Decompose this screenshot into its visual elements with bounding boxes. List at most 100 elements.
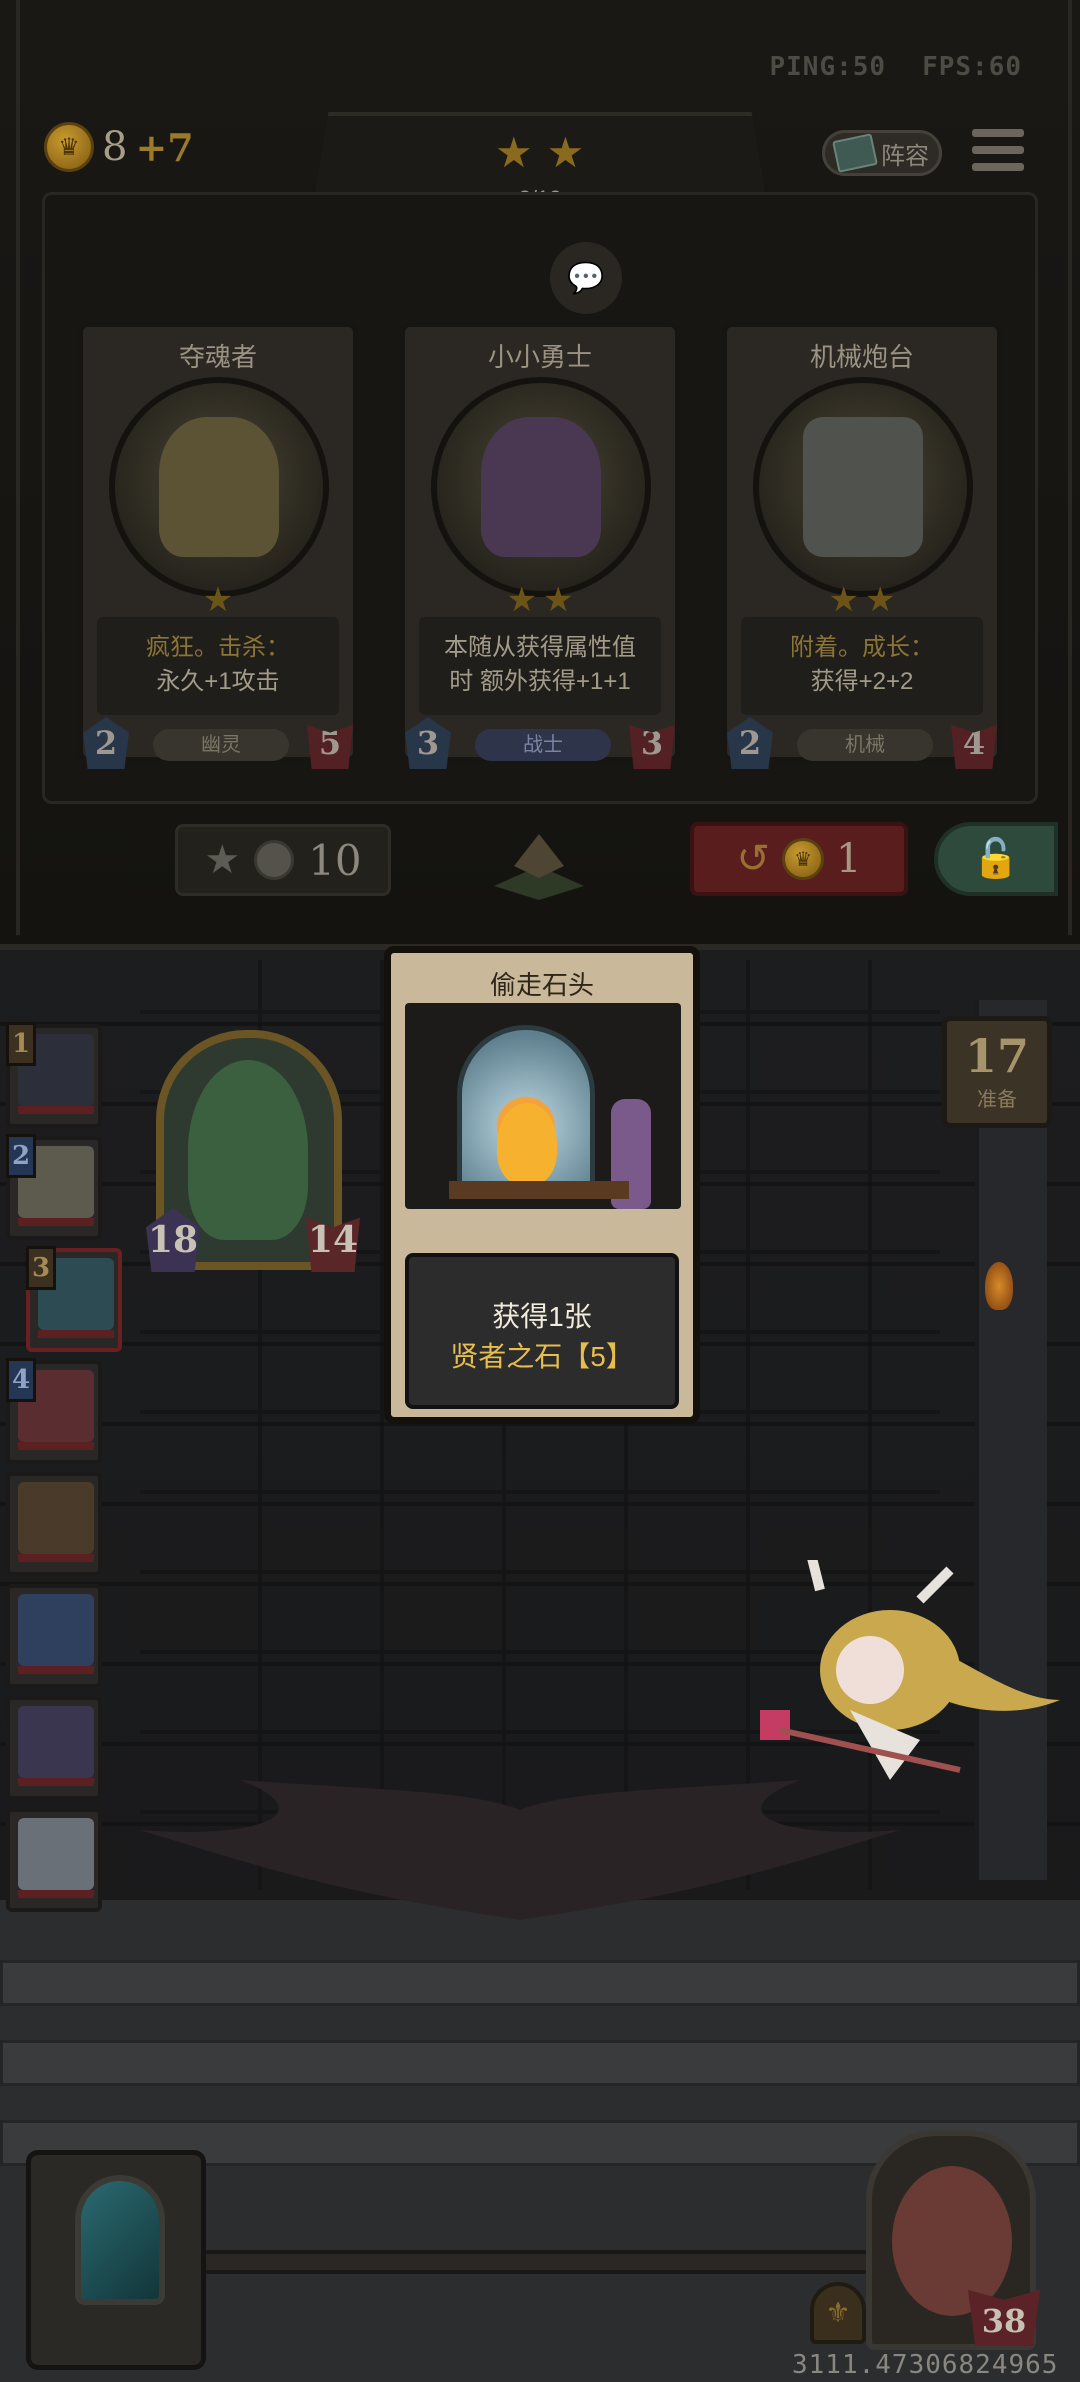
- card-tribe: 幽灵: [153, 729, 289, 761]
- player-health-bar: [38, 1330, 114, 1338]
- card-name: 小小勇士: [487, 342, 592, 372]
- rank-badge: 1: [6, 1022, 36, 1066]
- philosopher-stone-icon: [497, 1103, 557, 1185]
- lock-icon: 🔓: [972, 838, 1020, 880]
- card-portrait: [109, 377, 329, 597]
- player-health-bar: [18, 1218, 94, 1226]
- player-health-bar: [18, 1106, 94, 1114]
- hamburger-icon: [972, 128, 1024, 137]
- card-attack: 2: [83, 717, 129, 769]
- guild-emblem-icon[interactable]: ⚜: [810, 2282, 866, 2344]
- fps-readout: FPS:60: [922, 52, 1022, 82]
- shop-panel: PING:50 FPS:60 ♛ 8 +7 ★ ★ 2/12 阵容 💬 夺魂者 …: [0, 0, 1080, 950]
- star-icon: ★: [202, 581, 234, 619]
- card-portrait: [431, 377, 651, 597]
- roster-slot[interactable]: [6, 1472, 102, 1576]
- card-tribe: 战士: [475, 729, 611, 761]
- card-keyword: 疯狂。击杀：: [146, 634, 290, 661]
- gold-income: +7: [135, 124, 194, 170]
- roster-slot[interactable]: 2: [6, 1134, 102, 1240]
- gold-amount: 8: [102, 124, 128, 170]
- reroll-button[interactable]: ↺ ♛ 1: [690, 822, 908, 896]
- lineup-button[interactable]: 阵容: [822, 130, 942, 176]
- reroll-cost: 1: [836, 836, 862, 882]
- card-description: 疯狂。击杀： 永久+1攻击: [97, 617, 339, 715]
- rank-badge: 2: [6, 1134, 36, 1178]
- spell-card[interactable]: 偷走石头 获得1张 贤者之石【5】: [384, 946, 700, 1424]
- gold-display: ♛ 8 +7: [44, 122, 194, 172]
- ready-label: 准备: [977, 1088, 1017, 1111]
- crown-coin-icon: ♛: [782, 838, 825, 880]
- opponent-face: [892, 2166, 1012, 2316]
- ghost-minion[interactable]: 18 14: [146, 1030, 360, 1272]
- bottom-rail: [140, 2250, 940, 2274]
- star-icon: ★: [546, 129, 585, 176]
- card-effect: 永久+1攻击: [156, 668, 280, 695]
- mirror-icon: [75, 2175, 165, 2305]
- player-health-bar: [18, 1554, 94, 1562]
- player-avatar: [18, 1818, 94, 1890]
- card-tier: ★ ★: [405, 583, 675, 617]
- card-effect: 本随从获得属性值时 额外获得+1+1: [444, 634, 636, 695]
- shop-card[interactable]: 小小勇士 ★ ★ 本随从获得属性值时 额外获得+1+1 3 战士 3: [400, 322, 680, 769]
- spell-name: 偷走石头: [489, 970, 594, 1000]
- card-health: 5: [307, 724, 353, 769]
- rank-badge: 3: [26, 1246, 56, 1290]
- crown-coin-icon: ♛: [44, 122, 94, 172]
- menu-button[interactable]: [972, 124, 1024, 176]
- roster-slot[interactable]: [6, 1808, 102, 1912]
- star-icon: ★: [506, 581, 537, 619]
- card-portrait: [753, 377, 973, 597]
- roster-slot[interactable]: 3: [26, 1246, 122, 1352]
- spell-art: [405, 1003, 681, 1209]
- star-icon: ★: [495, 129, 533, 176]
- spell-line-1: 获得1张: [492, 1301, 592, 1332]
- player-health-bar: [18, 1442, 94, 1450]
- ping-readout: PING:50: [769, 52, 887, 82]
- rank-badge: 4: [6, 1358, 36, 1402]
- roster-slot[interactable]: [6, 1696, 102, 1800]
- network-status: PING:50 FPS:60: [770, 52, 1023, 82]
- lock-shop-button[interactable]: 🔓: [934, 822, 1058, 896]
- card-attack: 2: [727, 717, 773, 769]
- card-keyword: 附着。成长：: [790, 634, 934, 661]
- roster-slot[interactable]: 4: [6, 1358, 102, 1464]
- card-tier: ★ ★: [727, 583, 997, 617]
- card-tier: ★: [83, 583, 353, 617]
- player-health-bar: [18, 1778, 94, 1786]
- player-health-bar: [18, 1890, 94, 1898]
- card-name: 夺魂者: [178, 342, 257, 372]
- player-avatar: [18, 1706, 94, 1778]
- mirror-button[interactable]: [26, 2150, 206, 2370]
- lineup-label: 阵容: [881, 142, 929, 170]
- roster-slot[interactable]: [6, 1584, 102, 1688]
- star-icon: ★: [865, 581, 896, 619]
- player-health-bar: [18, 1666, 94, 1674]
- spell-line-2: 贤者之石【5】: [450, 1341, 634, 1372]
- spell-deck-icon[interactable]: [484, 826, 594, 902]
- player-avatar: [18, 1594, 94, 1666]
- book-icon: [832, 133, 878, 173]
- player-avatar: [18, 1482, 94, 1554]
- card-attack: 3: [405, 717, 451, 769]
- card-effect: 获得+2+2: [810, 668, 914, 695]
- spell-description: 获得1张 贤者之石【5】: [405, 1253, 679, 1409]
- card-health: 3: [629, 724, 675, 769]
- torch-icon: [985, 1262, 1013, 1310]
- shop-card[interactable]: 夺魂者 ★ 疯狂。击杀： 永久+1攻击 2 幽灵 5: [78, 322, 358, 769]
- roster-slot[interactable]: 1: [6, 1022, 102, 1128]
- card-description: 本随从获得属性值时 额外获得+1+1: [419, 617, 661, 715]
- star-icon: ★: [828, 581, 859, 619]
- upgrade-cost: 10: [308, 835, 362, 885]
- card-tribe: 机械: [797, 729, 933, 761]
- ready-count: 17: [964, 1028, 1029, 1083]
- upgrade-tavern-button[interactable]: ★ 10: [175, 824, 391, 896]
- angel-hero[interactable]: [720, 1560, 1060, 1820]
- card-name: 机械炮台: [809, 342, 914, 372]
- chat-bubble-icon[interactable]: 💬: [550, 242, 622, 314]
- card-health: 4: [951, 724, 997, 769]
- shop-card[interactable]: 机械炮台 ★ ★ 附着。成长： 获得+2+2 2 机械 4: [722, 322, 1002, 769]
- star-up-icon: ★: [204, 838, 241, 882]
- silver-coin-icon: [254, 840, 295, 880]
- ready-counter: 17 准备: [942, 1016, 1052, 1128]
